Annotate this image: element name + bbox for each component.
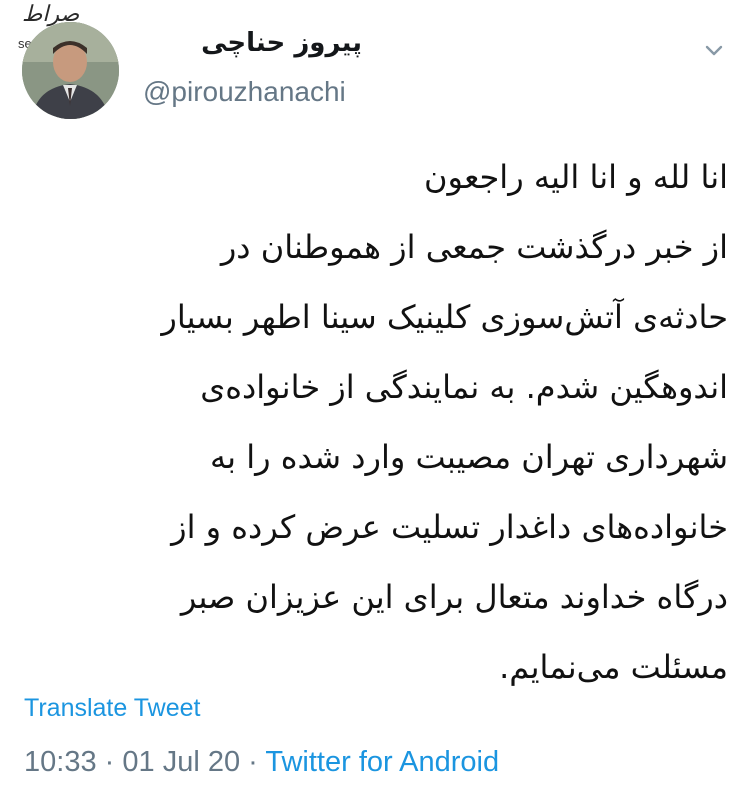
chevron-down-icon[interactable] xyxy=(700,36,728,64)
tweet-header: پیروز حناچی @pirouzhanachi xyxy=(0,0,747,140)
avatar-photo xyxy=(22,22,119,119)
tweet-line: درگاه خداوند متعال برای این عزیزان صبر xyxy=(180,578,728,616)
tweet-line: مسئلت می‌نمایم. xyxy=(499,648,728,686)
user-handle[interactable]: @pirouzhanachi xyxy=(143,76,346,108)
tweet-line: خانواده‌های داغدار تسلیت عرض کرده و از xyxy=(171,508,728,546)
translate-tweet-link[interactable]: Translate Tweet xyxy=(24,694,200,723)
tweet-time: 10:33 xyxy=(24,746,97,778)
tweet-line: حادثه‌ی آتش‌سوزی کلینیک سینا اطهر بسیار xyxy=(161,298,728,336)
display-name[interactable]: پیروز حناچی xyxy=(201,28,362,58)
tweet-line: از خبر درگذشت جمعی از هموطنان در xyxy=(220,228,728,266)
tweet-source-link[interactable]: Twitter for Android xyxy=(265,746,499,778)
avatar[interactable] xyxy=(22,22,119,119)
tweet-text: انا لله و انا الیه راجعون از خبر درگذشت … xyxy=(18,142,728,702)
tweet-date[interactable]: 01 Jul 20 xyxy=(122,746,240,778)
tweet-line: شهرداری تهران مصیبت وارد شده را به xyxy=(209,438,728,476)
tweet-line: انا لله و انا الیه راجعون xyxy=(424,158,728,196)
meta-separator: · xyxy=(104,746,115,778)
meta-separator: · xyxy=(248,746,258,778)
tweet-metadata: 10:33 · 01 Jul 20 · Twitter for Android xyxy=(24,746,499,779)
tweet-line: اندوهگین شدم. به نمایندگی از خانواده‌ی xyxy=(200,368,728,406)
